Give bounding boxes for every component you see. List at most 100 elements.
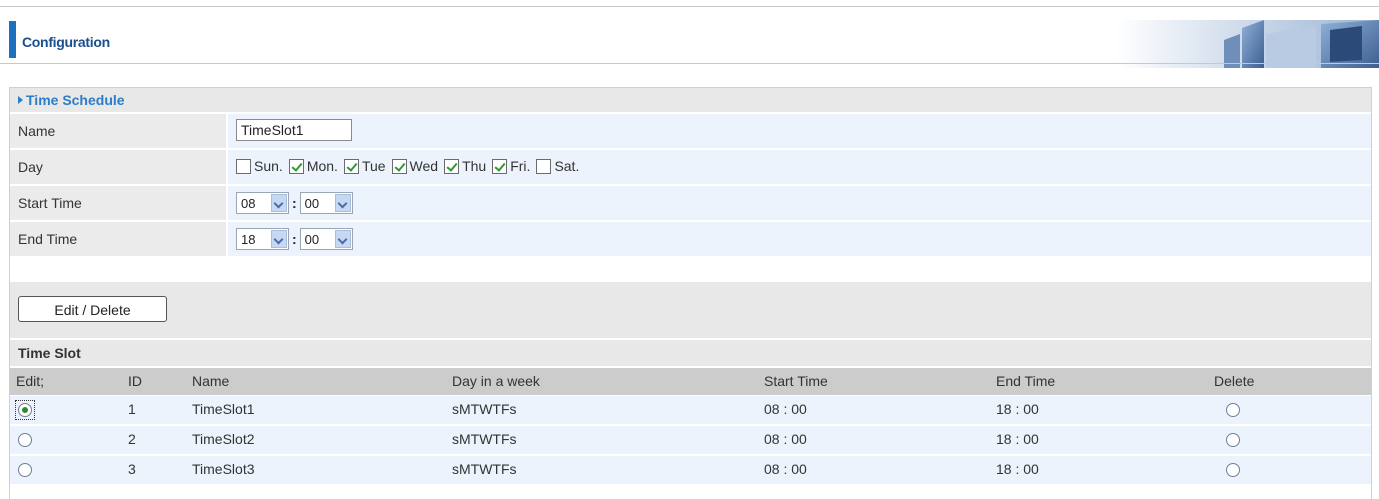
day-thu-label: Thu <box>462 158 487 174</box>
checkbox-mon[interactable] <box>288 158 304 174</box>
time-separator: : <box>292 195 297 211</box>
start-time-selects: 08 : 00 <box>236 192 353 214</box>
row-end-time: 18 : 00 <box>996 431 1039 447</box>
end-time-row: End Time 18 : 00 <box>10 222 1371 256</box>
time-schedule-panel: Time Schedule Name Day Sun. Mon. Tue Wed… <box>9 87 1372 499</box>
checkbox-wed[interactable] <box>391 158 407 174</box>
column-header-day-in-week: Day in a week <box>452 373 540 389</box>
checkbox-thu[interactable] <box>444 158 460 174</box>
chevron-down-icon[interactable] <box>271 230 287 248</box>
day-mon-label: Mon. <box>306 158 338 174</box>
column-header-delete: Delete <box>1214 373 1255 389</box>
day-label-cell: Day <box>10 150 226 184</box>
row-end-time: 18 : 00 <box>996 461 1039 477</box>
section-title-text: Time Schedule <box>26 92 125 108</box>
table-row: 1 TimeSlot1 sMTWTFs 08 : 00 18 : 00 <box>10 396 1371 426</box>
time-separator: : <box>292 231 297 247</box>
table-header-row: Edit; ID Name Day in a week Start Time E… <box>10 368 1371 395</box>
edit-radio[interactable] <box>18 463 32 477</box>
row-days: sMTWTFs <box>452 461 517 477</box>
start-time-label-cell: Start Time <box>10 186 226 220</box>
delete-radio[interactable] <box>1226 403 1240 417</box>
row-id: 1 <box>128 401 136 417</box>
row-start-time: 08 : 00 <box>764 461 807 477</box>
day-fri[interactable]: Fri. <box>492 158 530 174</box>
column-header-end-time: End Time <box>996 373 1056 389</box>
chevron-down-icon[interactable] <box>334 230 351 248</box>
day-sat[interactable]: Sat. <box>536 158 579 174</box>
checkbox-sat[interactable] <box>536 158 552 174</box>
day-tue-label: Tue <box>361 158 386 174</box>
start-time-value-cell: 08 : 00 <box>228 186 1371 220</box>
day-thu[interactable]: Thu <box>444 158 486 174</box>
header-divider <box>0 63 1379 64</box>
name-label-cell: Name <box>10 114 226 148</box>
checkbox-tue[interactable] <box>343 158 359 174</box>
triangle-right-icon <box>18 96 23 104</box>
column-header-id: ID <box>128 373 142 389</box>
section-header: Time Schedule <box>10 88 1371 112</box>
day-sat-label: Sat. <box>554 158 580 174</box>
checkbox-sun[interactable] <box>236 158 251 174</box>
end-time-value-cell: 18 : 00 <box>228 222 1371 256</box>
row-id: 3 <box>128 461 136 477</box>
day-value-cell: Sun. Mon. Tue Wed Thu Fri. Sat. <box>228 150 1371 184</box>
start-time-row: Start Time 08 : 00 <box>10 186 1371 220</box>
day-sun[interactable]: Sun. <box>236 158 283 174</box>
edit-delete-button[interactable]: Edit / Delete <box>18 296 167 322</box>
row-days: sMTWTFs <box>452 401 517 417</box>
day-fri-label: Fri. <box>510 158 531 174</box>
start-minute-select[interactable]: 00 <box>299 192 353 214</box>
day-checkboxes: Sun. Mon. Tue Wed Thu Fri. Sat. <box>236 158 585 174</box>
delete-radio[interactable] <box>1226 433 1240 447</box>
header-banner-graphic <box>1116 20 1379 68</box>
page-header: Configuration <box>0 7 1379 68</box>
row-name: TimeSlot3 <box>192 461 255 477</box>
day-mon[interactable]: Mon. <box>288 158 338 174</box>
checkbox-fri[interactable] <box>492 158 508 174</box>
day-row: Day Sun. Mon. Tue Wed Thu Fri. Sat. <box>10 150 1371 184</box>
edit-radio[interactable] <box>18 403 32 417</box>
name-input[interactable] <box>236 119 352 141</box>
day-label: Day <box>18 159 43 175</box>
chevron-down-icon[interactable] <box>334 194 351 212</box>
day-sun-label: Sun. <box>254 158 283 174</box>
name-label: Name <box>18 123 56 139</box>
end-hour-value: 18 <box>241 232 256 247</box>
table-row: 3 TimeSlot3 sMTWTFs 08 : 00 18 : 00 <box>10 456 1371 486</box>
column-header-start-time: Start Time <box>764 373 828 389</box>
edit-radio[interactable] <box>18 433 32 447</box>
end-minute-select[interactable]: 00 <box>299 228 353 250</box>
header-accent-bar <box>9 21 16 58</box>
end-time-label: End Time <box>18 231 78 247</box>
start-hour-select[interactable]: 08 <box>236 192 289 214</box>
chevron-down-icon[interactable] <box>271 194 287 212</box>
row-end-time: 18 : 00 <box>996 401 1039 417</box>
end-time-label-cell: End Time <box>10 222 226 256</box>
row-days: sMTWTFs <box>452 431 517 447</box>
name-row: Name <box>10 114 1371 148</box>
row-id: 2 <box>128 431 136 447</box>
time-slot-title: Time Slot <box>18 345 81 361</box>
start-minute-value: 00 <box>304 196 320 211</box>
column-header-name: Name <box>192 373 230 389</box>
section-title: Time Schedule <box>18 92 125 108</box>
row-name: TimeSlot1 <box>192 401 255 417</box>
day-wed[interactable]: Wed <box>391 158 439 174</box>
start-time-label: Start Time <box>18 195 82 211</box>
name-value-cell <box>228 114 1371 148</box>
start-hour-value: 08 <box>241 196 256 211</box>
delete-radio[interactable] <box>1226 463 1240 477</box>
row-start-time: 08 : 00 <box>764 401 807 417</box>
end-minute-value: 00 <box>304 232 320 247</box>
day-tue[interactable]: Tue <box>343 158 386 174</box>
row-start-time: 08 : 00 <box>764 431 807 447</box>
table-row: 2 TimeSlot2 sMTWTFs 08 : 00 18 : 00 <box>10 426 1371 456</box>
end-time-selects: 18 : 00 <box>236 228 353 250</box>
row-name: TimeSlot2 <box>192 431 255 447</box>
action-bar: Edit / Delete <box>10 282 1371 338</box>
day-wed-label: Wed <box>409 158 439 174</box>
end-hour-select[interactable]: 18 <box>236 228 289 250</box>
time-slot-header: Time Slot <box>10 340 1371 366</box>
page-title: Configuration <box>22 34 110 50</box>
